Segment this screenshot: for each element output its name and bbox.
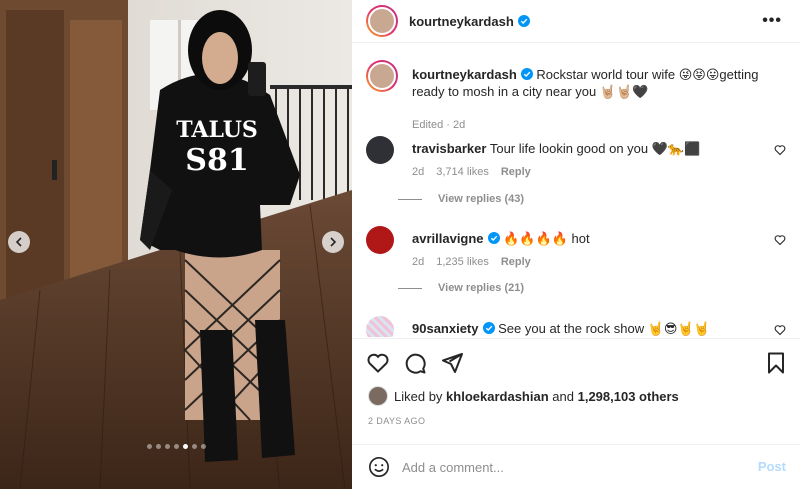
verified-badge-icon [520,68,533,80]
liker-avatar[interactable] [368,386,388,406]
comment-body: avrillavigne 🔥🔥🔥🔥 hot [412,230,762,247]
like-heart-icon[interactable] [366,351,390,375]
view-replies-button[interactable]: View replies (43) [398,193,524,205]
carousel-dot [155,444,161,449]
comment-username[interactable]: avrillavigne [412,231,484,246]
likes-prefix: Liked by [394,388,443,404]
chevron-left-icon [15,237,22,247]
reply-button[interactable]: Reply [501,256,531,268]
comment-avatar[interactable] [366,226,394,254]
view-replies-label: View replies (21) [438,282,525,294]
likes-text: Liked by khloekardashian and 1,298,103 o… [394,389,679,404]
comment-text: Tour life lookin good on you [489,141,649,156]
caption-avatar[interactable] [366,60,398,92]
verified-badge-icon [517,15,530,27]
comment-emoji: 🤘😎🤘🤘 [647,321,710,336]
like-comment-heart-icon[interactable] [774,144,786,156]
more-options-button[interactable]: ••• [762,12,782,30]
comment-bubble-icon[interactable] [403,351,427,375]
comments-list[interactable]: kourtneykardash Rockstar world tour wife… [352,44,800,337]
post-date[interactable]: 2 DAYS AGO [368,416,425,426]
comment-avatar[interactable] [366,136,394,164]
liker-username[interactable]: khloekardashian [446,389,549,404]
replies-divider [398,287,422,289]
comment-emoji: 🖤🐆⬛ [651,141,701,156]
comment-text: See you at the rock show [498,321,645,336]
save-bookmark-icon[interactable] [764,351,788,375]
share-send-icon[interactable] [440,351,464,375]
post-photo[interactable]: TALUS S81 [0,0,352,489]
carousel-dot [182,444,188,449]
header-username[interactable]: kourtneykardash [409,14,514,29]
caption-text: kourtneykardash Rockstar world tour wife… [412,66,786,100]
comment-likes[interactable]: 1,235 likes [436,256,489,268]
comment-avatar[interactable] [366,316,394,337]
comment-username[interactable]: 90sanxiety [412,321,479,336]
likes-count[interactable]: 1,298,103 others [578,389,679,404]
likes-summary: Liked by khloekardashian and 1,298,103 o… [368,386,679,406]
carousel-dots [0,444,352,449]
carousel-dot [191,444,197,449]
carousel-dot [164,444,170,449]
view-replies-label: View replies (43) [438,193,525,205]
comment-body: 90sanxiety See you at the rock show 🤘😎🤘🤘 [412,320,762,337]
chevron-right-icon [330,237,337,247]
post-actions [352,338,800,382]
carousel-dot [146,444,152,449]
comment-meta: 2d 1,235 likes Reply [412,256,531,268]
comment-time: 2d [412,166,425,178]
avatar[interactable] [366,5,398,37]
post-media: TALUS S81 [0,0,352,489]
svg-text:TALUS: TALUS [176,117,258,143]
post-modal: TALUS S81 kourtneykardash ••• kourtneyka… [0,0,800,489]
carousel-next-button[interactable] [322,231,344,253]
comment-emoji: 🔥🔥🔥🔥 [503,231,568,246]
emoji-picker-icon[interactable] [368,456,390,478]
carousel-dot [173,444,179,449]
comment-body: travisbarker Tour life lookin good on yo… [412,140,762,157]
carousel-prev-button[interactable] [8,231,30,253]
verified-badge-icon [487,232,500,244]
likes-middle: and [552,388,574,404]
verified-badge-icon [482,322,495,334]
caption-emoji-1: 😜😝😛 [678,67,720,82]
like-comment-heart-icon[interactable] [774,324,786,336]
comment-likes[interactable]: 3,714 likes [436,166,489,178]
post-comment-button[interactable]: Post [758,459,786,474]
comment-username[interactable]: travisbarker [412,141,486,156]
caption-meta: Edited · 2d [412,119,466,131]
view-replies-button[interactable]: View replies (21) [398,282,524,294]
caption-emoji-2: 🤘🏼🤘🏼🖤 [599,84,649,99]
svg-text:S81: S81 [185,143,248,178]
caption-body-1: Rockstar world tour wife [536,67,676,82]
replies-divider [398,198,422,200]
post-header: kourtneykardash ••• [352,0,800,43]
reply-button[interactable]: Reply [501,166,531,178]
comment-time: 2d [412,256,425,268]
carousel-dot [200,444,206,449]
comment-text: hot [571,231,590,246]
like-comment-heart-icon[interactable] [774,234,786,246]
post-side-panel: kourtneykardash ••• kourtneykardash Rock… [352,0,800,489]
comment-meta: 2d 3,714 likes Reply [412,166,531,178]
comment-composer: Post [352,444,800,489]
caption-username[interactable]: kourtneykardash [412,67,517,82]
comment-input[interactable] [402,457,742,477]
